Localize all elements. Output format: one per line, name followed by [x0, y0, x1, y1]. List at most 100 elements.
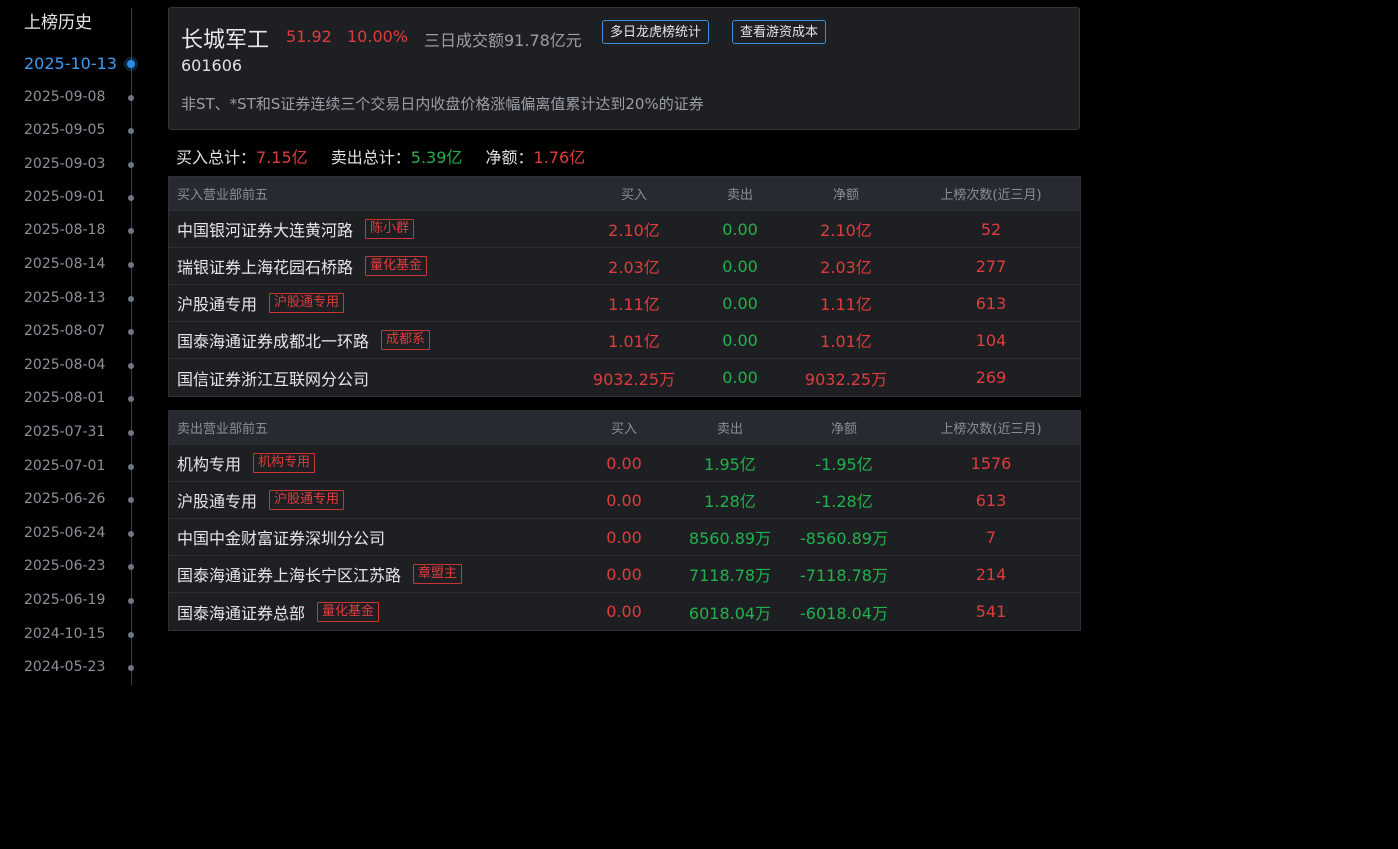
buy-total-value: 7.15亿 — [256, 148, 308, 167]
count-value: 277 — [975, 256, 1007, 276]
three-day-turnover: 三日成交额91.78亿元 — [424, 31, 582, 50]
date-item[interactable]: 2025-06-23 — [0, 556, 150, 580]
table-row[interactable]: 国泰海通证券总部 量化基金 0.00 6018.04万 -6018.04万 541 — [169, 593, 1080, 630]
timeline-dot-icon — [128, 128, 134, 134]
net-value: 1.11亿 — [820, 295, 872, 314]
date-item[interactable]: 2025-08-18 — [0, 220, 150, 244]
column-header: 净额 — [832, 188, 859, 203]
date-label: 2025-06-24 — [24, 525, 106, 541]
timeline-dot-icon — [128, 497, 134, 503]
timeline-dot-icon — [128, 396, 134, 402]
date-item[interactable]: 2025-08-01 — [0, 388, 150, 412]
net-value: -8560.89万 — [800, 529, 888, 548]
date-item[interactable]: 2025-10-13 — [0, 53, 150, 77]
date-label: 2025-08-07 — [24, 323, 106, 339]
column-header: 卖出营业部前五 — [177, 422, 269, 437]
branch-name: 国泰海通证券上海长宁区江苏路 — [177, 566, 402, 585]
timeline-dot-icon — [128, 329, 134, 335]
sidebar-title: 上榜历史 — [24, 13, 92, 33]
view-trader-cost-button[interactable]: 查看游资成本 — [732, 20, 827, 44]
date-label: 2025-09-01 — [24, 189, 106, 205]
sell-total: 卖出总计：5.39亿 — [331, 148, 463, 167]
timeline-dot-icon — [128, 195, 134, 201]
table-row[interactable]: 中国银河证券大连黄河路 陈小群 2.10亿 0.00 2.10亿 52 — [169, 211, 1080, 248]
date-label: 2025-07-01 — [24, 458, 106, 474]
date-label: 2025-06-19 — [24, 592, 106, 608]
date-item[interactable]: 2025-09-01 — [0, 187, 150, 211]
count-value: 7 — [985, 527, 997, 547]
trader-tag[interactable]: 机构专用 — [253, 453, 316, 473]
trader-tag[interactable]: 沪股通专用 — [269, 293, 345, 313]
history-sidebar: 上榜历史 2025-10-13 2025-09-08 2025-09-05 2025-… — [0, 0, 150, 849]
net-value: -6018.04万 — [800, 603, 888, 623]
date-item[interactable]: 2025-08-14 — [0, 254, 150, 278]
trader-tag[interactable]: 量化基金 — [317, 601, 380, 622]
stock-name: 长城军工 — [181, 28, 270, 53]
date-item[interactable]: 2025-08-07 — [0, 321, 150, 345]
date-label: 2025-09-05 — [24, 122, 106, 138]
timeline-dot-icon — [128, 296, 134, 302]
count-value: 541 — [975, 602, 1007, 621]
stock-info-card: 长城军工 51.92 10.00% 三日成交额91.78亿元 多日龙虎榜统计 查… — [168, 7, 1080, 130]
branch-cell: 机构专用 机构专用 — [177, 445, 316, 481]
multi-day-stats-button[interactable]: 多日龙虎榜统计 — [602, 20, 710, 44]
stock-code: 601606 — [181, 56, 243, 75]
date-item[interactable]: 2025-08-04 — [0, 355, 150, 379]
table-row[interactable]: 沪股通专用 沪股通专用 0.00 1.28亿 -1.28亿 613 — [169, 482, 1080, 519]
table-row[interactable]: 国信证券浙江互联网分公司 9032.25万 0.00 9032.25万 269 — [169, 359, 1080, 396]
sell-value: 7118.78万 — [688, 566, 772, 585]
table-row[interactable]: 国泰海通证券成都北一环路 成都系 1.01亿 0.00 1.01亿 104 — [169, 322, 1080, 359]
table-row[interactable]: 机构专用 机构专用 0.00 1.95亿 -1.95亿 1576 — [169, 445, 1080, 482]
timeline-dot-icon — [128, 162, 134, 168]
branch-cell: 沪股通专用 沪股通专用 — [177, 285, 345, 321]
timeline-dot-icon — [128, 363, 134, 369]
date-item[interactable]: 2025-06-26 — [0, 489, 150, 513]
buy-total-label: 买入总计： — [176, 148, 257, 167]
branch-cell: 国泰海通证券上海长宁区江苏路 章盟主 — [177, 556, 463, 592]
branch-cell: 国信证券浙江互联网分公司 — [177, 359, 369, 396]
date-item[interactable]: 2024-05-23 — [0, 657, 150, 681]
sell-value: 6018.04万 — [688, 603, 772, 623]
table-row[interactable]: 中国中金财富证券深圳分公司 0.00 8560.89万 -8560.89万 7 — [169, 519, 1080, 556]
count-value: 104 — [975, 330, 1007, 350]
date-label: 2025-08-04 — [24, 357, 106, 373]
trader-tag[interactable]: 量化基金 — [365, 256, 428, 276]
table-row[interactable]: 瑞银证券上海花园石桥路 量化基金 2.03亿 0.00 2.03亿 277 — [169, 248, 1080, 285]
trader-tag[interactable]: 章盟主 — [413, 564, 463, 584]
branch-cell: 中国中金财富证券深圳分公司 — [177, 519, 385, 555]
date-item[interactable]: 2025-07-31 — [0, 422, 150, 446]
date-item[interactable]: 2025-06-19 — [0, 590, 150, 614]
trader-tag[interactable]: 陈小群 — [365, 219, 415, 239]
trader-tag[interactable]: 沪股通专用 — [269, 490, 345, 510]
count-value: 613 — [975, 490, 1007, 510]
net-value: 9032.25万 — [804, 369, 888, 389]
branch-cell: 瑞银证券上海花园石桥路 量化基金 — [177, 248, 428, 284]
branch-cell: 沪股通专用 沪股通专用 — [177, 482, 345, 518]
date-item[interactable]: 2024-10-15 — [0, 624, 150, 648]
column-header: 卖出 — [716, 422, 743, 437]
timeline-dot-icon — [128, 464, 134, 470]
date-label: 2025-06-23 — [24, 558, 106, 574]
trader-tag[interactable]: 成都系 — [381, 330, 431, 350]
table-row[interactable]: 沪股通专用 沪股通专用 1.11亿 0.00 1.11亿 613 — [169, 285, 1080, 322]
branch-name: 沪股通专用 — [177, 295, 258, 314]
branch-cell: 国泰海通证券成都北一环路 成都系 — [177, 322, 431, 358]
net-value: 2.03亿 — [820, 258, 872, 277]
date-item[interactable]: 2025-09-05 — [0, 120, 150, 144]
date-item[interactable]: 2025-07-01 — [0, 456, 150, 480]
timeline-dot-icon — [128, 665, 134, 671]
date-item[interactable]: 2025-08-13 — [0, 288, 150, 312]
branch-cell: 中国银河证券大连黄河路 陈小群 — [177, 211, 415, 247]
date-item[interactable]: 2025-06-24 — [0, 523, 150, 547]
date-item[interactable]: 2025-09-03 — [0, 154, 150, 178]
date-label: 2025-08-18 — [24, 222, 106, 238]
timeline-dot-icon — [128, 531, 134, 537]
branch-name: 机构专用 — [177, 455, 242, 474]
count-value: 52 — [980, 219, 1002, 239]
stock-price: 51.92 — [286, 27, 332, 46]
timeline-dot-icon — [128, 564, 134, 570]
date-label: 2025-09-03 — [24, 156, 106, 172]
timeline-dot-icon — [127, 60, 135, 68]
table-row[interactable]: 国泰海通证券上海长宁区江苏路 章盟主 0.00 7118.78万 -7118.78万 21… — [169, 556, 1080, 593]
date-item[interactable]: 2025-09-08 — [0, 87, 150, 111]
